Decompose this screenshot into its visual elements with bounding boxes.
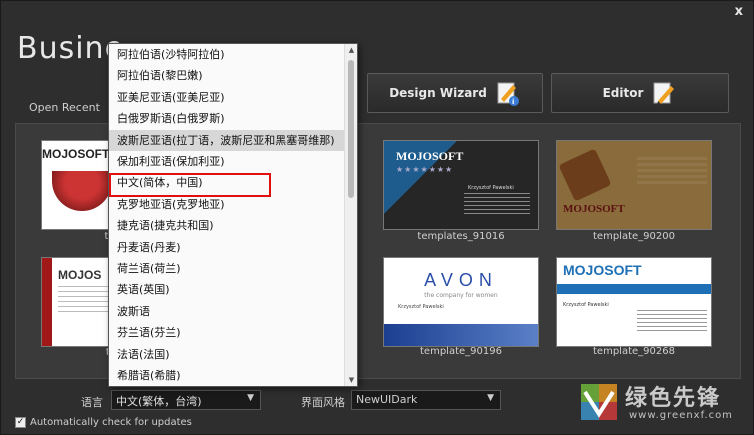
ui-style-selected-value: NewUIDark <box>356 393 418 406</box>
language-option[interactable]: 波斯语 <box>109 301 345 322</box>
language-option[interactable]: 法语(法国) <box>109 344 345 365</box>
language-option[interactable]: 荷兰语(荷兰) <box>109 258 345 279</box>
dropdown-scrollbar[interactable]: ▲ ▼ <box>344 44 357 386</box>
coffee-cup-image <box>52 171 112 211</box>
design-wizard-button[interactable]: Design Wizard i <box>367 73 543 113</box>
card-brand: MOJOSOFT <box>42 147 110 161</box>
scroll-down-icon[interactable]: ▼ <box>345 374 357 386</box>
card-text-lines <box>464 193 530 215</box>
language-selected-value: 中文(繁体，台湾) <box>116 395 202 408</box>
card-band <box>384 324 538 346</box>
card-person-name: Krzysztof Pawelski <box>563 302 609 308</box>
template-card[interactable]: MOJOSOFT Krzysztof Pawelski <box>556 257 712 347</box>
card-stripe <box>42 258 52 346</box>
gavel-image <box>558 148 612 202</box>
template-card[interactable]: MOJOSOFT ★★★★★★★ Krzysztof Pawelski <box>383 140 539 230</box>
language-option[interactable]: 捷克语(捷克共和国) <box>109 215 345 236</box>
language-option[interactable]: 芬兰语(芬兰) <box>109 322 345 343</box>
auto-update-label: Automatically check for updates <box>30 417 192 428</box>
card-caption: template_90196 <box>420 346 502 357</box>
card-text-lines <box>637 310 707 334</box>
card-brand: MOJOS <box>58 268 102 282</box>
language-option[interactable]: 保加利亚语(保加利亚) <box>109 151 345 172</box>
card-caption: template_90268 <box>593 346 675 357</box>
checkbox-check-icon: ✓ <box>15 417 26 428</box>
language-option[interactable]: 阿拉伯语(沙特阿拉伯) <box>109 44 345 65</box>
language-option[interactable]: 亚美尼亚语(亚美尼亚) <box>109 87 345 108</box>
chevron-down-icon: ▼ <box>487 393 494 403</box>
language-dropdown-list[interactable]: 阿拉伯语(沙特阿拉伯) 阿拉伯语(黎巴嫩) 亚美尼亚语(亚美尼亚) 白俄罗斯语(白俄罗… <box>108 43 358 387</box>
card-person-name: Krzysztof Pawelski <box>398 304 444 310</box>
tab-open-recent[interactable]: Open Recent <box>29 101 100 114</box>
card-brand: AVON <box>424 270 498 290</box>
card-caption: template_90200 <box>593 231 675 242</box>
language-select[interactable]: 中文(繁体，台湾) ▼ <box>111 390 261 410</box>
auto-update-checkbox[interactable]: ✓ Automatically check for updates <box>15 417 192 428</box>
language-option[interactable]: 中文(简体，中国) <box>109 172 345 193</box>
language-option[interactable]: 希腊语(希腊) <box>109 365 345 386</box>
language-label: 语言 <box>81 396 103 409</box>
card-stars: ★★★★★★★ <box>396 165 454 174</box>
card-subtitle: the company for women <box>424 292 498 299</box>
card-brand: MOJOSOFT <box>563 203 625 215</box>
language-option[interactable]: 克罗地亚语(克罗地亚) <box>109 194 345 215</box>
wizard-icon: i <box>495 79 521 107</box>
template-card[interactable]: AVON the company for women Krzysztof Paw… <box>383 257 539 347</box>
language-option[interactable]: 波斯尼亚语(拉丁语，波斯尼亚和黑塞哥维那) <box>109 129 345 151</box>
pencil-icon <box>651 79 677 107</box>
scroll-up-icon[interactable]: ▲ <box>345 44 357 56</box>
language-option[interactable]: 丹麦语(丹麦) <box>109 237 345 258</box>
card-text-lines <box>637 157 707 187</box>
chevron-down-icon: ▼ <box>247 393 254 403</box>
close-button[interactable]: x <box>735 4 743 19</box>
watermark-text: 绿色先锋 <box>625 386 722 411</box>
watermark-url: www.greenxf.com <box>629 410 733 421</box>
language-option[interactable]: 白俄罗斯语(白俄罗斯) <box>109 108 345 129</box>
editor-button[interactable]: Editor <box>551 73 729 113</box>
watermark: 绿色先锋 www.greenxf.com <box>577 378 747 430</box>
card-person-name: Krzysztof Pawelski <box>468 185 514 191</box>
card-brand: MOJOSOFT <box>396 149 464 163</box>
language-option[interactable]: 阿拉伯语(黎巴嫩) <box>109 65 345 86</box>
card-caption: templates_91016 <box>417 231 505 242</box>
editor-label: Editor <box>602 86 644 100</box>
ui-style-select[interactable]: NewUIDark ▼ <box>351 390 501 410</box>
card-brand: MOJOSOFT <box>563 262 642 278</box>
greenxf-logo-icon <box>581 384 617 420</box>
svg-text:i: i <box>512 98 514 106</box>
ui-style-label: 界面风格 <box>301 396 345 409</box>
language-option[interactable]: 英语(英国) <box>109 279 345 300</box>
design-wizard-label: Design Wizard <box>389 86 487 100</box>
scrollbar-thumb[interactable] <box>348 60 354 198</box>
card-band <box>557 284 711 294</box>
main-window: x Busine Open Recent Design Wizard i Edi… <box>0 0 754 435</box>
template-card[interactable]: MOJOSOFT <box>556 140 712 230</box>
